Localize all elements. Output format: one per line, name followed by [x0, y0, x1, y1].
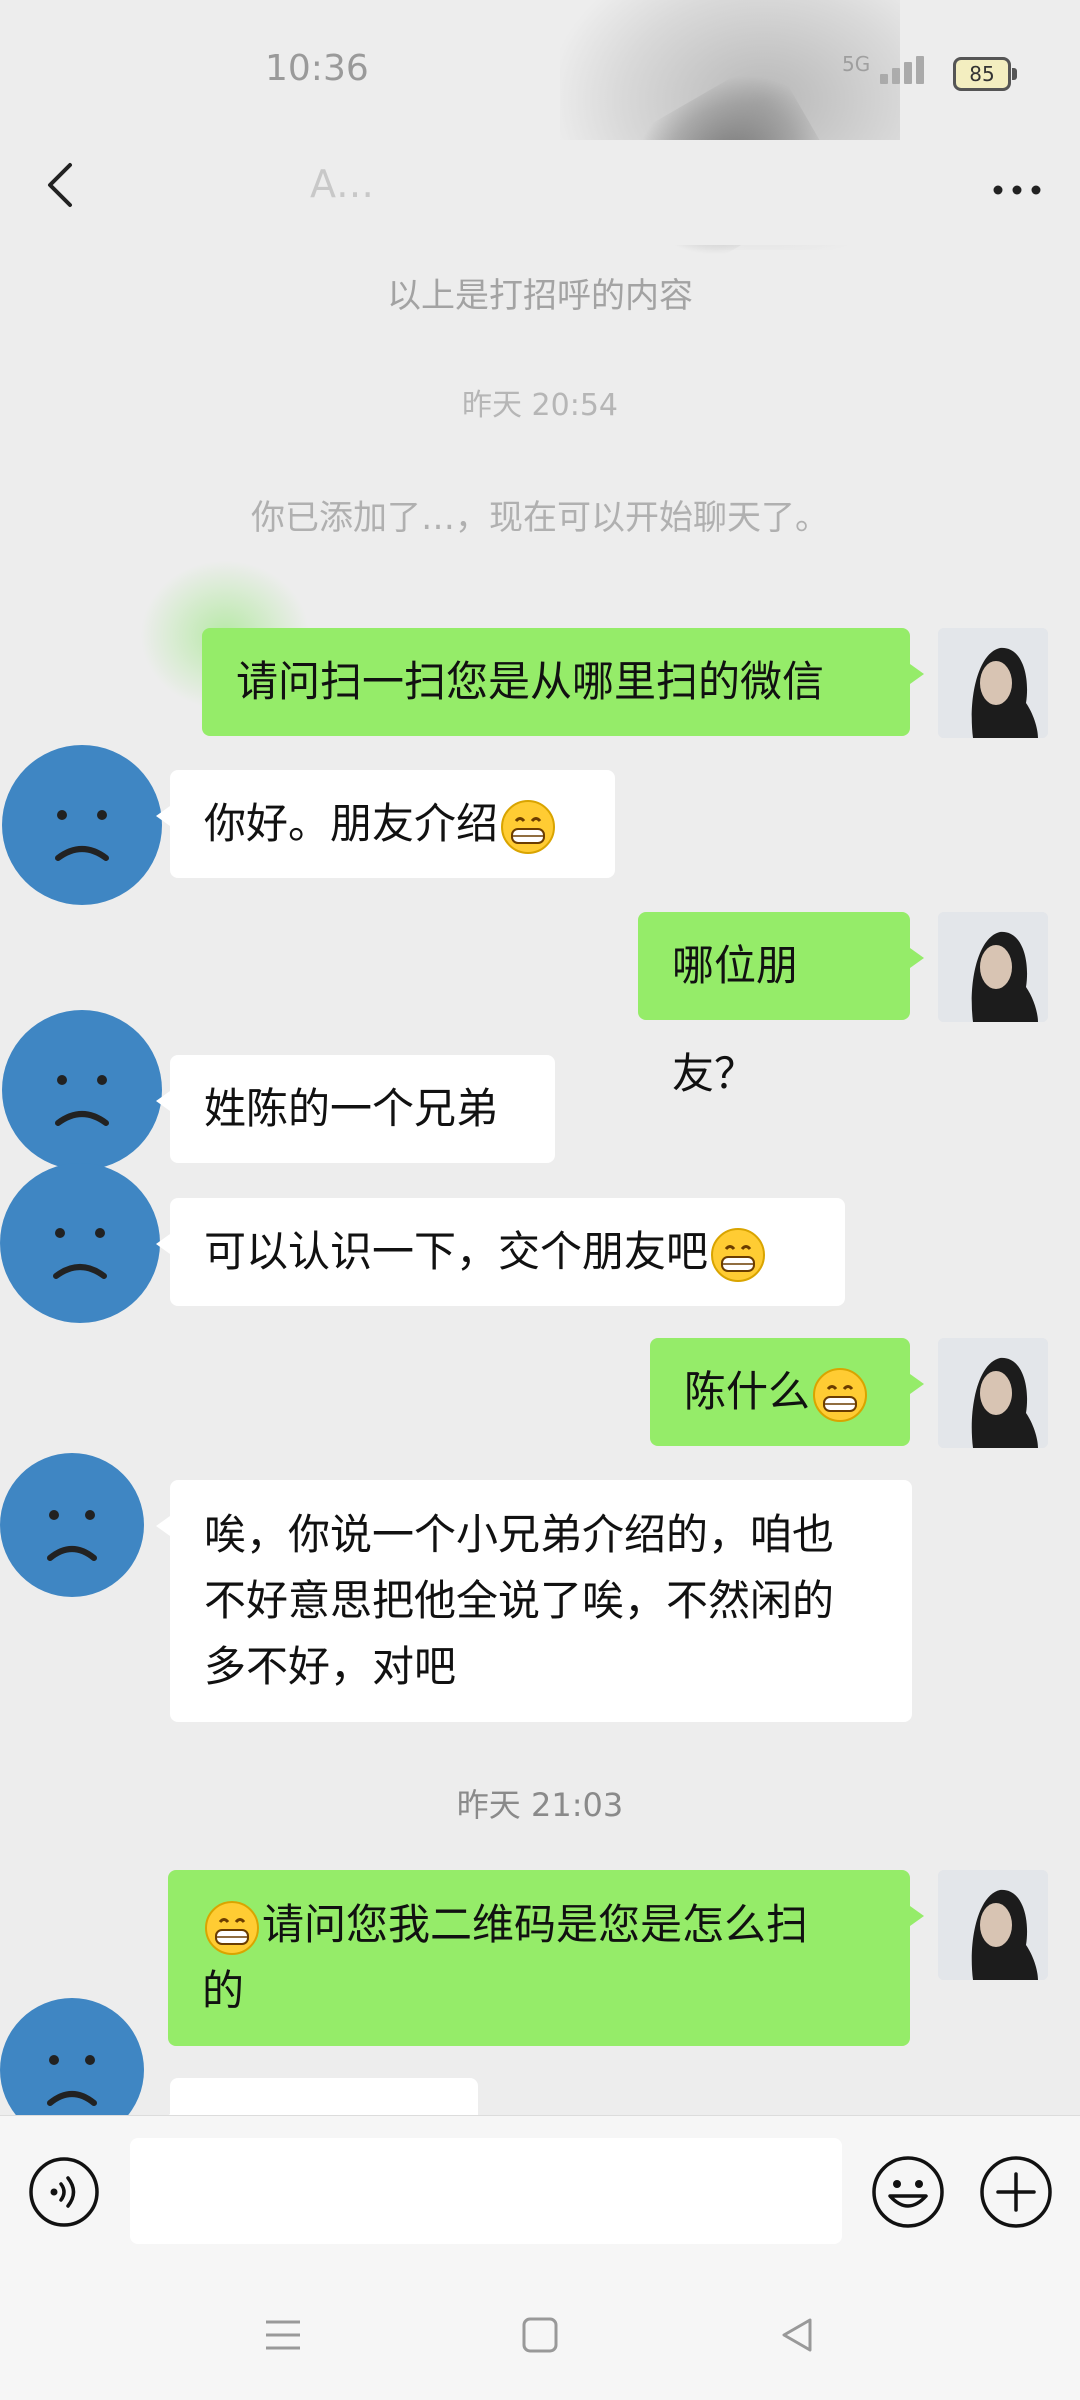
home-icon[interactable] [515, 2310, 565, 2360]
contact-avatar[interactable] [0, 1440, 170, 1610]
message-text: 你好。朋友介绍 [204, 799, 499, 848]
more-icon[interactable] [982, 152, 1052, 222]
message-text: 陈什么 [684, 1367, 811, 1416]
my-avatar[interactable] [938, 628, 1048, 738]
message-text: 请问扫一扫您是从哪里扫的微信 [236, 657, 825, 706]
greeting-note: 以上是打招呼的内容 [387, 276, 693, 316]
message-text: 姓陈的一个兄弟 [204, 1084, 499, 1133]
chat-header: A… [0, 140, 1080, 245]
emoji-icon[interactable] [870, 2154, 946, 2230]
chat-timestamp: 昨天 21:03 [456, 1786, 624, 1824]
my-avatar[interactable] [938, 1338, 1048, 1448]
input-bar [0, 2115, 1080, 2276]
contact-message[interactable]: 姓陈的一个兄弟 [156, 1055, 555, 1163]
grin-emoji-icon [205, 1900, 259, 1955]
message-line: 请问您我二维码是您是怎么扫 [262, 1900, 809, 1949]
plus-icon[interactable] [978, 2154, 1054, 2230]
contact-avatar[interactable] [0, 1005, 170, 1175]
message-line: 不好意思把他全说了唉，不然闲的 [204, 1576, 835, 1625]
contact-message[interactable]: 可以认识一下，交个朋友吧 [156, 1198, 845, 1306]
my-message[interactable]: 请问您我二维码是您是怎么扫 的 [168, 1870, 924, 2046]
message-text: 可以认识一下，交个朋友吧 [204, 1227, 709, 1276]
status-time: 10:36 [265, 48, 369, 89]
message-text: 哪位朋友？ [672, 941, 799, 1098]
contact-avatar[interactable] [0, 740, 170, 910]
nav-back-icon[interactable] [772, 2310, 822, 2360]
back-icon[interactable] [28, 150, 98, 220]
message-line: 唉，你说一个小兄弟介绍的，咱也 [204, 1510, 835, 1559]
contact-avatar[interactable] [0, 1158, 170, 1328]
status-bar: 10:36 5G 85 [0, 0, 1080, 140]
menu-icon[interactable] [258, 2310, 308, 2360]
my-message[interactable]: 哪位朋友？ [638, 912, 924, 1098]
contact-message[interactable]: 唉，你说一个小兄弟介绍的，咱也 不好意思把他全说了唉，不然闲的 多不好，对吧 [156, 1480, 912, 1722]
grin-emoji-icon [813, 1367, 868, 1422]
message-input[interactable] [130, 2138, 842, 2244]
added-time: 昨天 20:54 [462, 388, 618, 423]
message-line: 的 [202, 1966, 245, 2015]
system-nav-bar [0, 2275, 1080, 2400]
message-line: 多不好，对吧 [204, 1642, 457, 1691]
grin-emoji-icon [501, 799, 556, 854]
my-message[interactable]: 请问扫一扫您是从哪里扫的微信 [202, 628, 924, 736]
added-note: 你已添加了…，现在可以开始聊天了。 [251, 498, 829, 538]
voice-icon[interactable] [28, 2156, 100, 2228]
chat-title: A… [310, 162, 374, 206]
my-avatar[interactable] [938, 1870, 1048, 1980]
my-message[interactable]: 陈什么 [650, 1338, 924, 1446]
battery-icon: 85 [953, 57, 1017, 91]
grin-emoji-icon [711, 1227, 766, 1282]
my-avatar[interactable] [938, 912, 1048, 1022]
contact-message[interactable]: 你好。朋友介绍 [156, 770, 615, 878]
